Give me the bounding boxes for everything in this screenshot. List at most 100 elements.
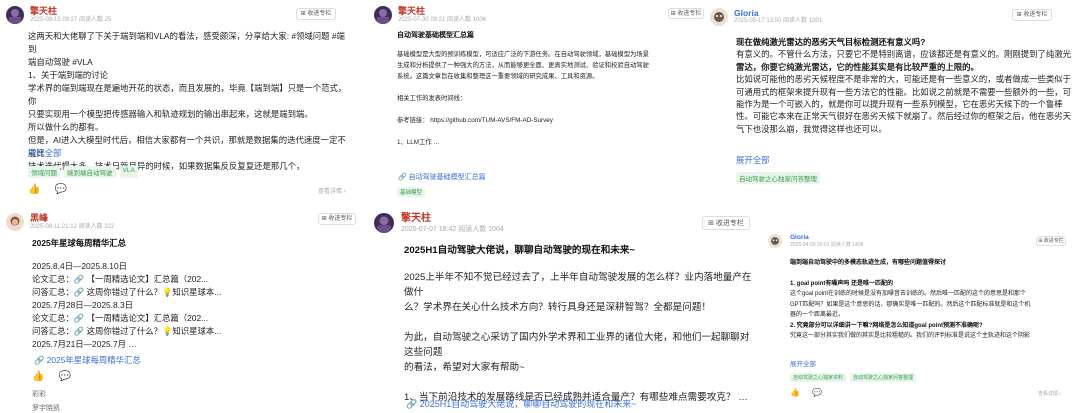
tag[interactable]: 端到端自动驾驶 <box>64 166 116 178</box>
post-card-5: 擎天柱 2025-07-07 18:42 阅读人数 1004 ⊞ 收进专栏 20… <box>368 207 756 413</box>
body-line: 么？学术界在关心什么技术方向？转行具身还是深耕智驾？全都是问题！ <box>404 302 711 313</box>
avatar[interactable] <box>6 6 24 24</box>
bookmark-icon: ⊞ <box>1016 12 1022 18</box>
post-title: 端到端自动驾驶中的多模态轨迹生成，有哪些问题值得探讨 <box>790 260 947 266</box>
tag[interactable]: 自动驾驶之心独家资料 <box>790 373 847 382</box>
tag[interactable]: 领域问题 <box>28 166 60 178</box>
post-card-3: Gloria 2025-05-17 13:50 阅读人数 1201 ⊞ 收进专栏… <box>704 0 1080 205</box>
add-to-column-button[interactable]: ⊞ 收进专栏 <box>296 8 336 20</box>
body-line: 可通用式的框架来提升现有一些方法它的性能。比如说之前就是不需要一些额外的一些，可 <box>736 86 1071 97</box>
body-line: 这个goal point在训练的时候是没有加噪音去训练的。然后唯一匹配的这个的意… <box>790 291 1027 297</box>
liker-name[interactable]: 彩彩 <box>32 389 46 399</box>
post-actions: 👍 💬 <box>28 184 67 195</box>
expand-all-link[interactable]: 展开全部 <box>790 358 816 368</box>
username[interactable]: 擎天柱 <box>398 6 486 17</box>
post-meta: 2025-07-30 09:21 阅读人数 1006 <box>398 16 487 23</box>
bookmark-icon: ⊞ <box>321 216 327 222</box>
article-link[interactable]: 🔗 自动驾驶基础模型汇总篇 <box>398 172 486 182</box>
body-line[interactable]: 问答汇总：🔗 这周你错过了什么？💡知识星球本... <box>32 286 352 299</box>
expand-all-link[interactable]: 展开全部 <box>736 154 770 166</box>
tag[interactable]: 自动驾驶之心独家问答整理 <box>736 172 820 184</box>
body-line: 气下也没那么崩，我觉得这样也还可以。 <box>736 123 887 134</box>
body-line[interactable]: 论文汇总：🔗 【一周精选论文】汇总篇（202... <box>32 312 352 325</box>
username[interactable]: 擎天柱 <box>30 6 111 17</box>
username[interactable]: 黑峰 <box>30 213 114 224</box>
avatar[interactable] <box>374 6 392 24</box>
avatar[interactable] <box>768 234 782 248</box>
post-header: 擎天柱 2025-07-07 18:42 阅读人数 1004 <box>374 213 504 234</box>
comment-icon[interactable]: 💬 <box>812 388 822 397</box>
post-title: 2025H1自动驾驶大佬说，聊聊自动驾驶的现在和未来~ <box>404 245 636 256</box>
post-body: 端到端自动驾驶中的多模态轨迹生成，有哪些问题值得探讨 1. goal point… <box>790 258 1078 342</box>
add-to-column-button[interactable]: ⊞ 收进专栏 <box>318 213 356 225</box>
post-actions: 👍 💬 <box>790 388 822 397</box>
body-line: 器的一个距离最近。 <box>790 312 845 318</box>
tag[interactable]: 自动驾驶之心独家问答整理 <box>850 373 917 382</box>
username[interactable]: Gloria <box>734 8 822 18</box>
body-line: 2025.7月21日—2025.7月 … <box>32 339 137 349</box>
follow-label: 收进专栏 <box>328 216 353 222</box>
post-card-2: 擎天柱 2025-07-30 09:21 阅读人数 1006 ⊞ 收进专栏 自动… <box>368 0 706 205</box>
follow-label: 收进专栏 <box>1023 12 1048 18</box>
avatar[interactable] <box>374 213 394 233</box>
tag-list: 领域问题 端到端自动驾驶 VLA <box>28 166 138 178</box>
article-link-label: 2025H1自动驾驶大佬说，聊聊自动驾驶的现在和未来~ <box>419 399 637 409</box>
body-line[interactable]: 论文汇总：🔗 【一周精选论文】汇总篇（202... <box>32 273 352 286</box>
body-line: 只要实现用一个模型把传感器输入和轨迹规划的输出串起来，这就是端到端。 <box>28 109 313 119</box>
username[interactable]: Gloria <box>790 234 863 242</box>
tag[interactable]: 基础模型 <box>397 187 426 197</box>
post-meta: 2025-07-07 18:42 阅读人数 1004 <box>401 226 504 233</box>
body-line[interactable]: 参考链接： https://github.com/TUM-AVS/FM-AD-S… <box>397 115 702 126</box>
post-body: 自动驾驶基础模型汇总篇 基础模型是大型的预训练模型，可适应广泛的下游任务。在自动… <box>397 30 702 148</box>
add-to-column-button[interactable]: ⊞ 收进专栏 <box>702 216 750 230</box>
commenter-name[interactable]: 罗宇晓凯 <box>32 403 60 413</box>
thumbs-up-icon[interactable]: 👍 <box>32 371 44 382</box>
body-line[interactable]: 问答汇总：🔗 这周你错过了什么？💡知识星球本... <box>32 325 352 338</box>
follow-label: 收进专栏 <box>307 11 332 17</box>
body-line: 比如说可能他的恶劣天候程度不是非常的大，可能还是有一些意义的，或者做成一些类似于 <box>736 74 1071 85</box>
body-line: 学术界的端到端现在是遍地开花的状态，而且发展的，毕竟【端到端】只是一个范式，你 <box>28 83 347 106</box>
body-line: 有意义的。不管什么方法，只要它不是特别离谱，应该都还是有意义的。刚刚提到了纯激光 <box>736 49 1071 60</box>
avatar[interactable] <box>6 213 24 231</box>
article-link[interactable]: 🔗 2025年星球每周精华汇总 <box>34 354 141 366</box>
post-card-1: 擎天柱 2025-09-15 09:27 阅读人数 25 ⊞ 收进专栏 这两天和… <box>0 0 358 205</box>
thumbs-up-icon[interactable]: 👍 <box>28 184 40 195</box>
link-icon: 🔗 <box>406 399 418 409</box>
body-line: 1、LLM工作 … <box>397 139 440 146</box>
bookmark-icon: ⊞ <box>708 220 714 227</box>
article-link[interactable]: 🔗 2025H1自动驾驶大佬说，聊聊自动驾驶的现在和未来~ <box>406 397 637 410</box>
post-meta: 2025-08-11 21:12 阅读人数 322 <box>30 223 115 230</box>
post-title: 自动驾驶基础模型汇总篇 <box>397 32 474 39</box>
bookmark-icon: ⊞ <box>300 11 306 17</box>
comment-icon[interactable]: 💬 <box>54 184 66 195</box>
post-header: Gloria 2025-05-17 13:50 阅读人数 1201 <box>710 8 822 26</box>
body-line: 为此，自动驾驶之心采访了国内外学术界和工业界的诸位大佬，和他们一起聊聊对这些问题 <box>404 332 750 358</box>
body-line: 2025.8.4日—2025.8.10日 <box>32 261 127 271</box>
link-icon: 🔗 <box>34 355 45 365</box>
tag[interactable]: VLA <box>119 166 138 178</box>
bookmark-icon: ⊞ <box>670 11 676 17</box>
post-header: 擎天柱 2025-07-30 09:21 阅读人数 1006 <box>374 6 486 25</box>
add-to-column-button[interactable]: ⊞ 收进专栏 <box>1012 9 1052 21</box>
add-to-column-button[interactable]: ⊞ 收进专栏 <box>668 8 704 19</box>
comment-icon[interactable]: 💬 <box>58 371 70 382</box>
add-to-column-button[interactable]: ⊞ 收进专栏 <box>1036 236 1066 246</box>
follow-label: 收进专栏 <box>677 11 702 17</box>
thumbs-up-icon[interactable]: 👍 <box>790 388 800 397</box>
post-body: 2025年星球每周精华汇总 2025.8.4日—2025.8.10日 论文汇总：… <box>32 237 352 351</box>
body-line: 生成和分析提供了一种强大的方法，从而能够更全面、更真实地测试、验证和校验自动驾驶 <box>397 62 649 69</box>
post-card-4: 黑峰 2025-08-11 21:12 阅读人数 322 ⊞ 收进专栏 2025… <box>0 207 358 413</box>
body-line: 基础模型是大型的预训练模型，可适应广泛的下游任务。在自动驾驶领域，基础模型为场景 <box>397 51 649 58</box>
body-line: 2025.7月28日—2025.8.3日 <box>32 300 134 310</box>
view-details-link[interactable]: 查看详情 › <box>1038 390 1061 397</box>
tag-list: 自动驾驶之心独家资料 自动驾驶之心独家问答整理 <box>790 373 917 382</box>
view-details-link[interactable]: 查看详情 › <box>318 186 346 195</box>
follow-label: 收进专栏 <box>715 220 744 227</box>
body-line: 雷达，你要它纯激光雷达，它的性能其实是有比较严重的上限的。 <box>736 61 979 72</box>
body-line: GPT匹配吗？如果是这个意思的话，那确实是唯一匹配的。然后这个匹配标准就是和这个… <box>790 301 1031 308</box>
expand-all-link[interactable]: 展开全部 <box>28 147 62 159</box>
username[interactable]: 擎天柱 <box>401 213 504 225</box>
body-line: 1. goal point有噪声吗 还是唯一匹配的 <box>790 280 893 287</box>
avatar[interactable] <box>710 8 728 26</box>
post-actions: 👍 💬 <box>32 371 71 382</box>
